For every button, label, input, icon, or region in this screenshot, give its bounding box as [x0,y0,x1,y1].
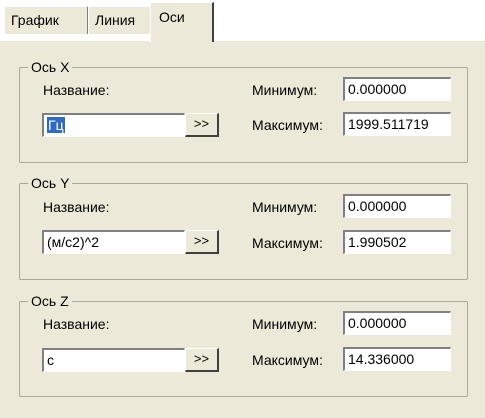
axis-z-max-label: Максимум: [252,352,323,368]
axis-x-group: Ось X Название: Гц >> Минимум: 0.000000 … [19,58,468,163]
axis-y-name-input[interactable]: (м/с2)^2 [42,230,185,254]
axis-y-max-label: Максимум: [252,235,323,251]
axis-x-name-pick-button[interactable]: >> [185,113,219,137]
axis-z-name-pick-button[interactable]: >> [185,348,219,372]
axis-z-min-label: Минимум: [252,316,318,332]
axis-x-max-label: Максимум: [252,117,323,133]
axis-y-min-label: Минимум: [252,199,318,215]
axis-x-name-input[interactable]: Гц [42,113,185,137]
tab-osi[interactable]: Оси [150,2,214,42]
axis-x-name-label: Название: [43,82,110,98]
axis-y-max-input[interactable]: 1.990502 [343,230,451,254]
axis-z-legend: Ось Z [28,292,72,310]
axis-z-min-input[interactable]: 0.000000 [343,311,451,335]
axis-z-name-input[interactable]: с [42,348,185,372]
tab-strip: График Линия Оси [0,0,485,42]
axis-z-group: Ось Z Название: с >> Минимум: 0.000000 М… [19,292,468,397]
axis-x-name-value: Гц [47,117,65,133]
axis-x-min-label: Минимум: [252,82,318,98]
tab-divider [0,39,150,40]
tab-liniya[interactable]: Линия [88,6,152,34]
axis-x-max-input[interactable]: 1999.511719 [343,112,451,136]
tab-divider [216,39,485,40]
tab-grafik[interactable]: График [4,6,88,34]
axis-y-name-label: Название: [43,199,110,215]
axis-y-name-pick-button[interactable]: >> [185,230,219,254]
axis-y-legend: Ось Y [28,174,73,192]
axis-y-min-input[interactable]: 0.000000 [343,194,451,218]
axes-panel: Ось X Название: Гц >> Минимум: 0.000000 … [0,40,485,418]
axis-y-group: Ось Y Название: (м/с2)^2 >> Минимум: 0.0… [19,174,468,280]
axis-z-name-label: Название: [43,316,110,332]
axis-x-min-input[interactable]: 0.000000 [343,77,451,101]
axis-z-max-input[interactable]: 14.336000 [343,347,451,371]
axis-x-legend: Ось X [28,58,73,76]
